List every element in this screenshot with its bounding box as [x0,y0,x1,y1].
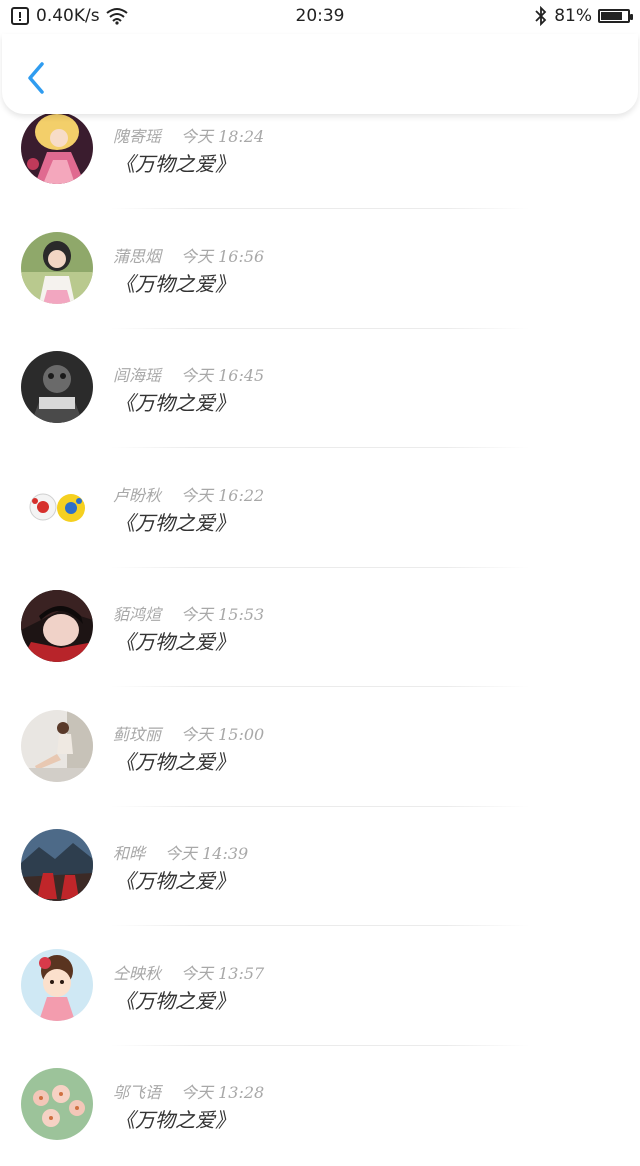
avatar[interactable] [21,948,93,1021]
list-item[interactable]: 卢盼秋 今天 16:22 《万物之爱》 [0,449,640,569]
battery-icon [598,9,633,23]
timestamp: 今天 16:45 [181,366,265,385]
item-title[interactable]: 《万物之爱》 [115,626,235,655]
user-name: 蓟玟丽 [113,724,162,744]
item-title[interactable]: 《万物之爱》 [115,507,235,536]
timestamp: 今天 18:24 [181,127,265,146]
item-meta: 闾海瑶 今天 16:45 [113,362,264,386]
timestamp: 今天 16:56 [181,246,265,266]
timestamp: 今天 16:22 [181,485,265,505]
item-title[interactable]: 《万物之爱》 [115,865,235,894]
list-item[interactable]: 蒲思烟 今天 16:56 《万物之爱》 [0,210,640,330]
item-meta: 卢盼秋 今天 16:22 [113,482,264,506]
back-button[interactable] [20,58,50,98]
avatar[interactable] [21,590,93,662]
user-name: 蒲思烟 [113,246,162,266]
item-title[interactable]: 《万物之爱》 [115,1104,235,1133]
timestamp: 今天 14:39 [165,844,249,863]
avatar[interactable] [21,1068,93,1140]
avatar[interactable] [21,709,93,782]
list-item[interactable]: 蓟玟丽 今天 15:00 《万物之爱》 [0,688,640,808]
list-item[interactable]: 貊鸿煊 今天 15:53 《万物之爱》 [0,568,640,688]
status-bar: 0.40K/s 20:39 81% [0,0,640,36]
user-name: 邬飞语 [113,1083,162,1102]
item-meta: 和晔 今天 14:39 [113,840,248,864]
avatar[interactable] [21,231,93,304]
item-title[interactable]: 《万物之爱》 [115,985,235,1014]
user-name: 仝映秋 [113,963,162,983]
user-name: 卢盼秋 [113,485,162,505]
avatar[interactable] [21,829,93,901]
item-meta: 貊鸿煊 今天 15:53 [113,601,264,625]
item-meta: 蓟玟丽 今天 15:00 [113,721,264,745]
item-title[interactable]: 《万物之爱》 [115,148,235,177]
clock: 20:39 [295,6,345,26]
user-name: 貊鸿煊 [113,605,162,624]
bluetooth-icon [534,6,548,26]
user-name: 隗寄瑶 [113,127,162,146]
list-item[interactable]: 邬飞语 今天 13:28 《万物之爱》 [0,1046,640,1166]
timestamp: 今天 15:53 [181,605,265,624]
nav-header [2,34,638,114]
item-title[interactable]: 《万物之爱》 [115,746,235,775]
battery-percent: 81% [554,6,592,26]
timestamp: 今天 15:00 [181,724,265,744]
avatar[interactable] [21,112,93,184]
item-title[interactable]: 《万物之爱》 [115,387,235,416]
user-name: 闾海瑶 [113,366,162,385]
timestamp: 今天 13:28 [181,1083,265,1102]
list-item[interactable]: 和晔 今天 14:39 《万物之爱》 [0,807,640,927]
item-meta: 仝映秋 今天 13:57 [113,960,264,984]
avatar[interactable] [21,470,93,543]
item-meta: 蒲思烟 今天 16:56 [113,243,264,267]
avatar[interactable] [21,351,93,423]
chevron-left-icon [28,62,44,94]
list-item[interactable]: 闾海瑶 今天 16:45 《万物之爱》 [0,329,640,449]
item-meta: 隗寄瑶 今天 18:24 [113,123,264,147]
user-name: 和晔 [113,844,146,863]
list-item[interactable]: 仝映秋 今天 13:57 《万物之爱》 [0,927,640,1047]
item-title[interactable]: 《万物之爱》 [115,268,235,297]
item-meta: 邬飞语 今天 13:28 [113,1079,264,1103]
timestamp: 今天 13:57 [181,963,265,983]
